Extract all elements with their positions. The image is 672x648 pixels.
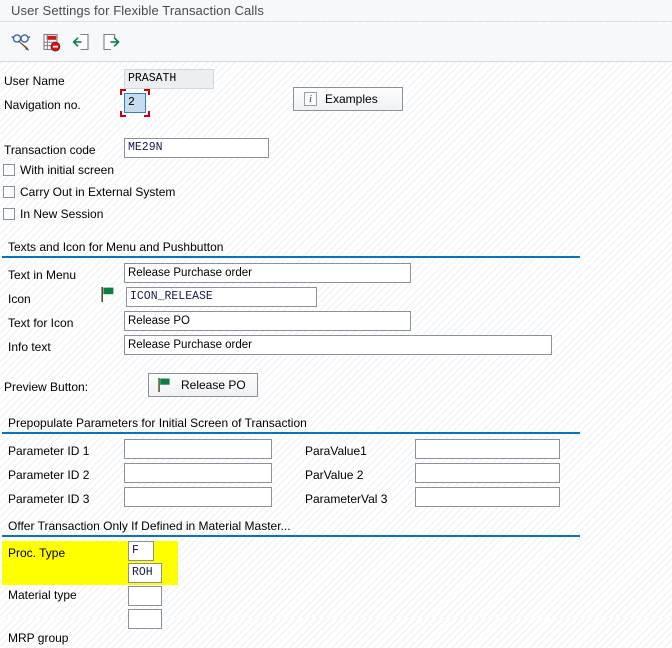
par-value-2-input[interactable] [415, 463, 560, 483]
display-change-icon[interactable] [6, 28, 36, 56]
mrp-group-label: MRP group [8, 631, 69, 645]
material-master-group: Offer Transaction Only If Defined in Mat… [2, 517, 580, 645]
text-in-menu-row: Text in Menu [8, 265, 76, 285]
preview-button-row: Preview Button: [4, 377, 88, 397]
user-name-field: PRASATH [124, 69, 214, 89]
material-type-label: Material type [8, 588, 77, 602]
para-value-1-label: ParaValue1 [305, 444, 367, 458]
user-name-label: User Name [4, 74, 65, 88]
parameter-val-3-row: ParameterVal 3 [305, 489, 387, 509]
navigation-no-row: Navigation no. [4, 95, 81, 115]
text-for-icon-input[interactable]: Release PO [124, 311, 411, 331]
next-field-input-clipped[interactable] [128, 609, 162, 629]
delete-row-icon[interactable] [36, 28, 66, 56]
mrp-group-input[interactable] [128, 586, 162, 606]
prepopulate-group-title: Prepopulate Parameters for Initial Scree… [8, 416, 307, 430]
page-title: User Settings for Flexible Transaction C… [11, 3, 264, 18]
material-type-row: Material type [8, 585, 586, 605]
checkbox-label: In New Session [20, 207, 104, 221]
par-value-2-row: ParValue 2 [305, 465, 363, 485]
transaction-code-label: Transaction code [4, 143, 96, 157]
text-for-icon-row: Text for Icon [8, 313, 73, 333]
checkbox-box[interactable] [3, 208, 15, 220]
navigation-no-input[interactable]: 2 [124, 93, 146, 113]
parameter-id-2-label: Parameter ID 2 [8, 468, 90, 482]
texts-and-icon-group-title: Texts and Icon for Menu and Pushbutton [8, 240, 224, 254]
parameter-id-3-input[interactable] [124, 487, 272, 507]
parameter-id-1-input[interactable] [124, 439, 272, 459]
exit-icon[interactable] [96, 28, 126, 56]
checkbox-carry-out-external-system[interactable]: Carry Out in External System [3, 183, 175, 201]
checkbox-box[interactable] [3, 164, 15, 176]
parameter-id-3-label: Parameter ID 3 [8, 492, 90, 506]
parameter-id-1-row: Parameter ID 1 [8, 441, 89, 461]
examples-button[interactable]: i Examples [293, 87, 403, 111]
transaction-code-row: Transaction code [4, 140, 96, 160]
material-master-group-body: Proc. Type F Material type ROH MRP group [2, 537, 580, 645]
prepopulate-group-body: Parameter ID 1 ParaValue1 Parameter ID 2… [2, 434, 580, 516]
icon-label: Icon [8, 292, 31, 306]
info-icon: i [304, 92, 317, 106]
text-in-menu-label: Text in Menu [8, 268, 77, 282]
navigation-no-label: Navigation no. [4, 98, 81, 112]
texts-and-icon-group: Texts and Icon for Menu and Pushbutton T… [2, 238, 580, 363]
preview-button-text: Release PO [181, 378, 246, 392]
focus-corner-top-right [144, 89, 150, 95]
info-text-label: Info text [8, 340, 51, 354]
transaction-code-input[interactable]: ME29N [124, 138, 269, 158]
parameter-val-3-input[interactable] [415, 487, 560, 507]
material-type-input[interactable]: ROH [128, 563, 162, 583]
preview-button-label: Preview Button: [4, 380, 89, 394]
checkbox-in-new-session[interactable]: In New Session [3, 205, 103, 223]
checkbox-with-initial-screen[interactable]: With initial screen [3, 161, 114, 179]
info-text-input[interactable]: Release Purchase order [124, 335, 552, 355]
info-text-row: Info text [8, 337, 51, 357]
focus-corner-bottom-left [120, 111, 126, 117]
parameter-id-3-row: Parameter ID 3 [8, 489, 89, 509]
green-flag-icon [100, 286, 116, 303]
back-icon[interactable] [66, 28, 96, 56]
texts-and-icon-group-body: Text in Menu Release Purchase order Icon… [2, 258, 580, 363]
green-flag-icon [157, 377, 172, 393]
focus-corner-top-left [120, 89, 126, 95]
parameter-id-2-row: Parameter ID 2 [8, 465, 89, 485]
user-name-row: User Name [4, 71, 65, 91]
mrp-group-row: MRP group [8, 628, 586, 648]
text-for-icon-label: Text for Icon [8, 316, 74, 330]
checkbox-label: With initial screen [20, 163, 115, 177]
para-value-1-input[interactable] [415, 439, 560, 459]
text-in-menu-input[interactable]: Release Purchase order [124, 263, 411, 283]
parameter-id-1-label: Parameter ID 1 [8, 444, 90, 458]
examples-button-label: Examples [325, 92, 378, 106]
preview-release-po-button[interactable]: Release PO [148, 373, 258, 397]
icon-row: Icon [8, 289, 31, 309]
checkbox-box[interactable] [3, 186, 15, 198]
navigation-no-field-wrapper[interactable]: 2 [120, 89, 150, 117]
proc-type-input[interactable]: F [128, 541, 154, 561]
proc-type-label: Proc. Type [8, 546, 66, 560]
prepopulate-parameters-group: Prepopulate Parameters for Initial Scree… [2, 414, 580, 516]
window-title-bar: User Settings for Flexible Transaction C… [0, 0, 672, 22]
para-value-1-row: ParaValue1 [305, 441, 367, 461]
par-value-2-label: ParValue 2 [305, 468, 364, 482]
icon-name-input[interactable]: ICON_RELEASE [126, 287, 317, 307]
checkbox-label: Carry Out in External System [20, 185, 176, 199]
material-master-group-title: Offer Transaction Only If Defined in Mat… [8, 519, 291, 533]
parameter-val-3-label: ParameterVal 3 [305, 492, 388, 506]
parameter-id-2-input[interactable] [124, 463, 272, 483]
proc-type-row: Proc. Type [8, 543, 586, 563]
focus-corner-bottom-right [144, 111, 150, 117]
form-canvas: User Name PRASATH Navigation no. 2 i Exa… [0, 62, 672, 645]
application-toolbar [0, 23, 672, 62]
